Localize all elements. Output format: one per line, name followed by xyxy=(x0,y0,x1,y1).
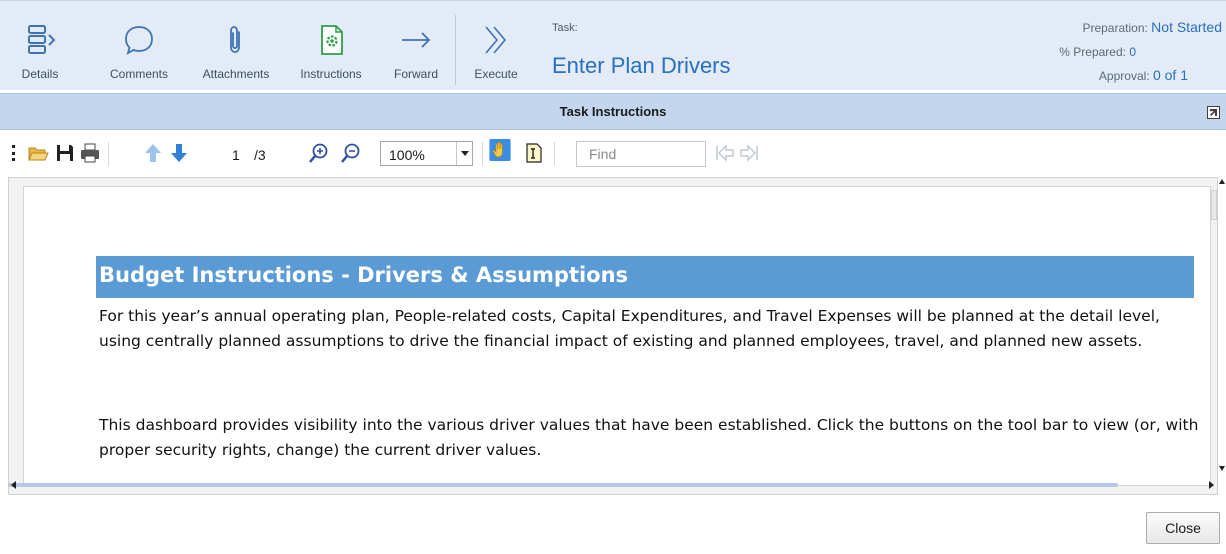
prepared-label: % Prepared: xyxy=(1059,45,1126,59)
task-title: Enter Plan Drivers xyxy=(552,53,731,78)
ribbon-divider xyxy=(455,15,456,85)
forward-label: Forward xyxy=(393,67,438,81)
document-page: Budget Instructions - Drivers & Assumpti… xyxy=(23,186,1211,486)
comments-button[interactable]: Comments xyxy=(99,1,179,91)
current-page-number[interactable]: 1 xyxy=(232,147,240,163)
toolbar-divider xyxy=(482,142,483,166)
document-heading: Budget Instructions - Drivers & Assumpti… xyxy=(96,256,1194,298)
document-viewport[interactable]: Budget Instructions - Drivers & Assumpti… xyxy=(8,177,1218,495)
document-paragraph-1: For this year’s annual operating plan, P… xyxy=(99,307,1160,350)
vertical-scrollbar[interactable] xyxy=(1209,178,1217,494)
toolbar-grip-handle[interactable] xyxy=(12,145,15,161)
preparation-status: Not Started xyxy=(1151,19,1222,35)
details-button[interactable]: Details xyxy=(14,1,66,91)
execute-button[interactable]: Execute xyxy=(466,1,526,91)
document-heading-text: Budget Instructions - Drivers & Assumpti… xyxy=(99,263,629,287)
previous-page-icon[interactable] xyxy=(142,142,164,164)
find-input[interactable] xyxy=(576,141,706,167)
find-next-icon[interactable] xyxy=(738,142,760,164)
scroll-right-arrow-icon[interactable] xyxy=(1208,481,1214,489)
preparation-label: Preparation: xyxy=(1082,21,1148,35)
zoom-level-value: 100% xyxy=(389,147,425,163)
toolbar-divider xyxy=(554,142,555,166)
text-select-icon[interactable] xyxy=(523,142,545,164)
attachments-button[interactable]: Attachments xyxy=(192,1,280,91)
attachments-label: Attachments xyxy=(202,67,270,81)
panel-header: Task Instructions xyxy=(0,93,1226,130)
arrow-right-icon xyxy=(402,32,431,48)
comment-bubble-icon xyxy=(125,26,153,55)
open-folder-icon[interactable] xyxy=(27,142,49,164)
scroll-up-arrow-icon[interactable] xyxy=(1219,178,1225,184)
chevron-down-icon[interactable] xyxy=(456,142,472,165)
print-icon[interactable] xyxy=(79,142,101,164)
toolbar-divider xyxy=(108,142,109,166)
double-chevron-right-icon xyxy=(485,26,507,54)
close-button[interactable]: Close xyxy=(1146,512,1220,544)
find-previous-icon[interactable] xyxy=(714,142,736,164)
panel-title: Task Instructions xyxy=(559,104,667,119)
instructions-label: Instructions xyxy=(300,67,362,81)
paperclip-icon xyxy=(230,26,240,53)
instructions-button[interactable]: Instructions xyxy=(290,1,372,91)
task-ribbon: Details Comments Attachments Instruction… xyxy=(0,0,1226,90)
details-label: Details xyxy=(21,67,59,81)
zoom-level-select[interactable]: 100% xyxy=(380,141,473,166)
zoom-in-icon[interactable] xyxy=(308,142,330,164)
hand-tool-icon[interactable] xyxy=(487,139,513,161)
forward-button[interactable]: Forward xyxy=(386,1,446,91)
execute-label: Execute xyxy=(474,67,518,81)
instructions-document-icon xyxy=(321,25,343,55)
details-icon xyxy=(28,25,56,54)
comments-label: Comments xyxy=(109,67,168,81)
task-label: Task: xyxy=(552,22,578,34)
prepared-percent: 0 xyxy=(1129,45,1136,59)
vertical-scrollbar-thumb[interactable] xyxy=(1211,190,1217,220)
next-page-icon[interactable] xyxy=(168,142,190,164)
approval-label: Approval: xyxy=(1098,69,1150,83)
scroll-down-arrow-icon[interactable] xyxy=(1219,466,1225,472)
task-window: Details Comments Attachments Instruction… xyxy=(0,0,1226,554)
popout-icon[interactable] xyxy=(1207,106,1220,119)
page-count: /3 xyxy=(254,147,266,163)
scroll-left-arrow-icon[interactable] xyxy=(11,481,17,489)
approval-status-link[interactable]: 0 of 1 xyxy=(1153,67,1188,83)
save-icon[interactable] xyxy=(54,142,76,164)
zoom-out-icon[interactable] xyxy=(340,142,362,164)
horizontal-scrollbar[interactable] xyxy=(8,483,1118,487)
document-viewer-toolbar: 1 /3 100% xyxy=(8,132,1226,172)
document-paragraph-2: This dashboard provides visibility into … xyxy=(99,416,1199,459)
